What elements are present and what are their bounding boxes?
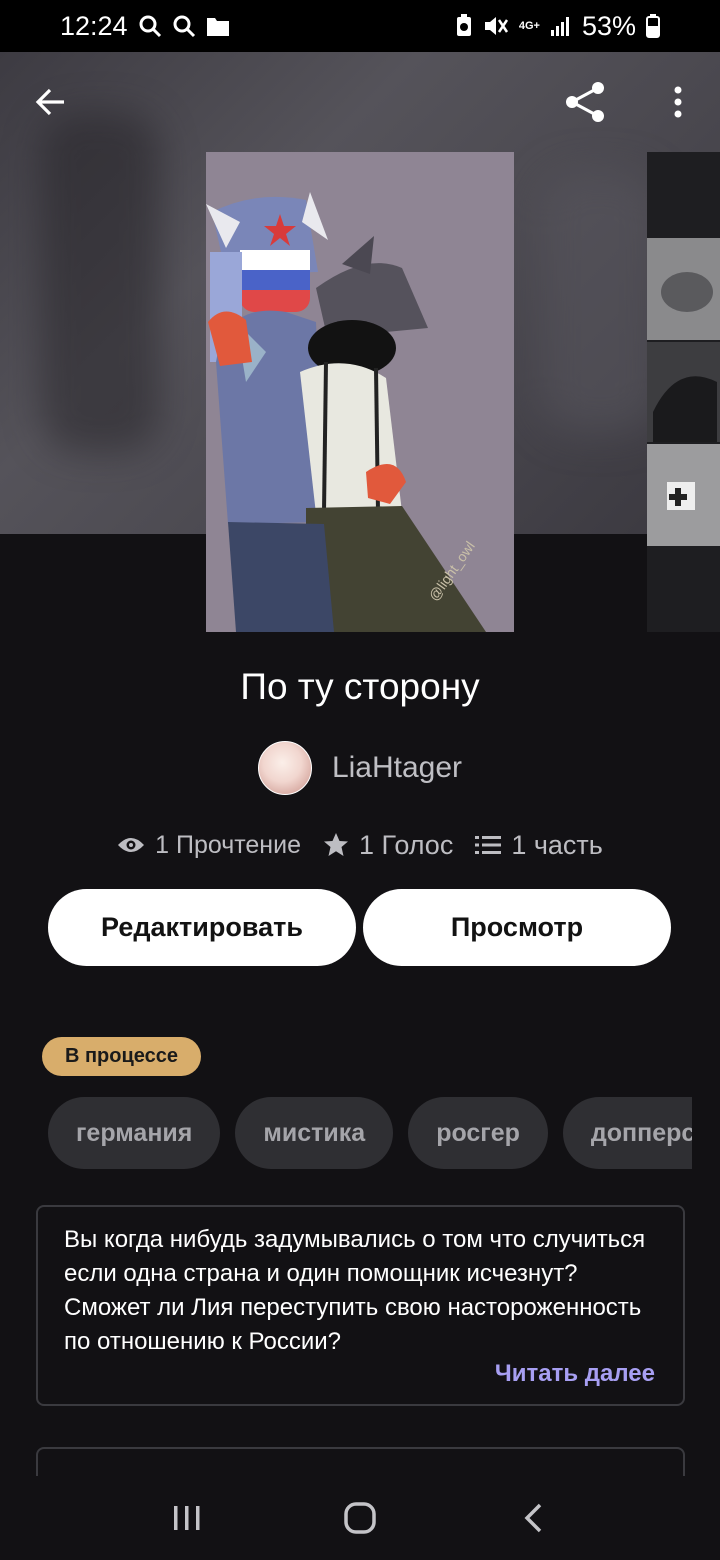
- chevron-left-icon: [524, 1503, 542, 1533]
- story-cover-image[interactable]: @light_owl: [206, 152, 514, 632]
- story-details-screen: 12:24 4G+ 53% @light_owl По ту сторону L…: [0, 0, 720, 1560]
- back-button[interactable]: [20, 72, 80, 132]
- arrow-left-icon: [35, 88, 64, 116]
- network-4g-icon: 4G+: [518, 19, 540, 32]
- votes-count: 1 Голос: [358, 829, 454, 860]
- tag-chip[interactable]: мистика: [235, 1097, 394, 1169]
- next-story-cover[interactable]: [647, 152, 720, 632]
- star-icon: [323, 833, 348, 856]
- tag-chip[interactable]: допперсонаж: [562, 1097, 692, 1169]
- status-badge: В процессе: [42, 1037, 201, 1076]
- story-stats: 1 Прочтение 1 Голос 1 часть: [0, 822, 720, 868]
- reads-stat: 1 Прочтение: [117, 831, 301, 860]
- share-button[interactable]: [556, 72, 616, 132]
- status-bar: 12:24 4G+ 53%: [0, 0, 720, 52]
- search-icon: [172, 14, 196, 38]
- folder-icon: [206, 15, 230, 37]
- tags-list[interactable]: германия мистика росгер допперсонаж: [48, 1097, 692, 1169]
- more-options-button[interactable]: [648, 72, 708, 132]
- battery-percent: 53%: [581, 10, 636, 41]
- share-icon: [566, 82, 604, 122]
- next-cover-image: [647, 152, 720, 632]
- votes-stat: 1 Голос: [323, 830, 453, 861]
- battery-saver-icon: [455, 14, 473, 38]
- avatar[interactable]: [257, 741, 312, 795]
- home-icon: [344, 1502, 376, 1534]
- cover-illustration: @light_owl: [206, 152, 514, 632]
- mute-icon: [483, 14, 509, 38]
- reads-count: 1 Прочтение: [155, 830, 301, 859]
- status-time: 12:24: [60, 10, 128, 41]
- read-more-link[interactable]: Читать далее: [495, 1360, 655, 1388]
- author-name[interactable]: LiaHtager: [332, 751, 462, 785]
- battery-icon: [646, 14, 660, 38]
- system-nav-bar: [0, 1476, 720, 1560]
- signal-icon: [550, 15, 572, 37]
- edit-button[interactable]: Редактировать: [48, 889, 356, 966]
- tag-chip[interactable]: германия: [48, 1097, 221, 1169]
- parts-count[interactable]: 1 часть: [511, 830, 603, 861]
- list-icon: [475, 836, 502, 854]
- back-nav-button[interactable]: [493, 1488, 573, 1548]
- tag-chip[interactable]: росгер: [408, 1097, 548, 1169]
- author-row[interactable]: LiaHtager: [0, 740, 720, 796]
- recents-button[interactable]: [147, 1488, 227, 1548]
- story-title: По ту сторону: [240, 666, 480, 707]
- more-vertical-icon: [674, 86, 682, 118]
- story-description: Вы когда нибудь задумывались о том что с…: [64, 1226, 646, 1355]
- search-icon: [138, 14, 162, 38]
- description-card[interactable]: Вы когда нибудь задумывались о том что с…: [36, 1205, 685, 1406]
- home-button[interactable]: [320, 1488, 400, 1548]
- view-button[interactable]: Просмотр: [363, 889, 671, 966]
- recents-icon: [173, 1506, 200, 1530]
- parts-stat[interactable]: 1 часть: [475, 830, 603, 861]
- eye-icon: [118, 838, 145, 852]
